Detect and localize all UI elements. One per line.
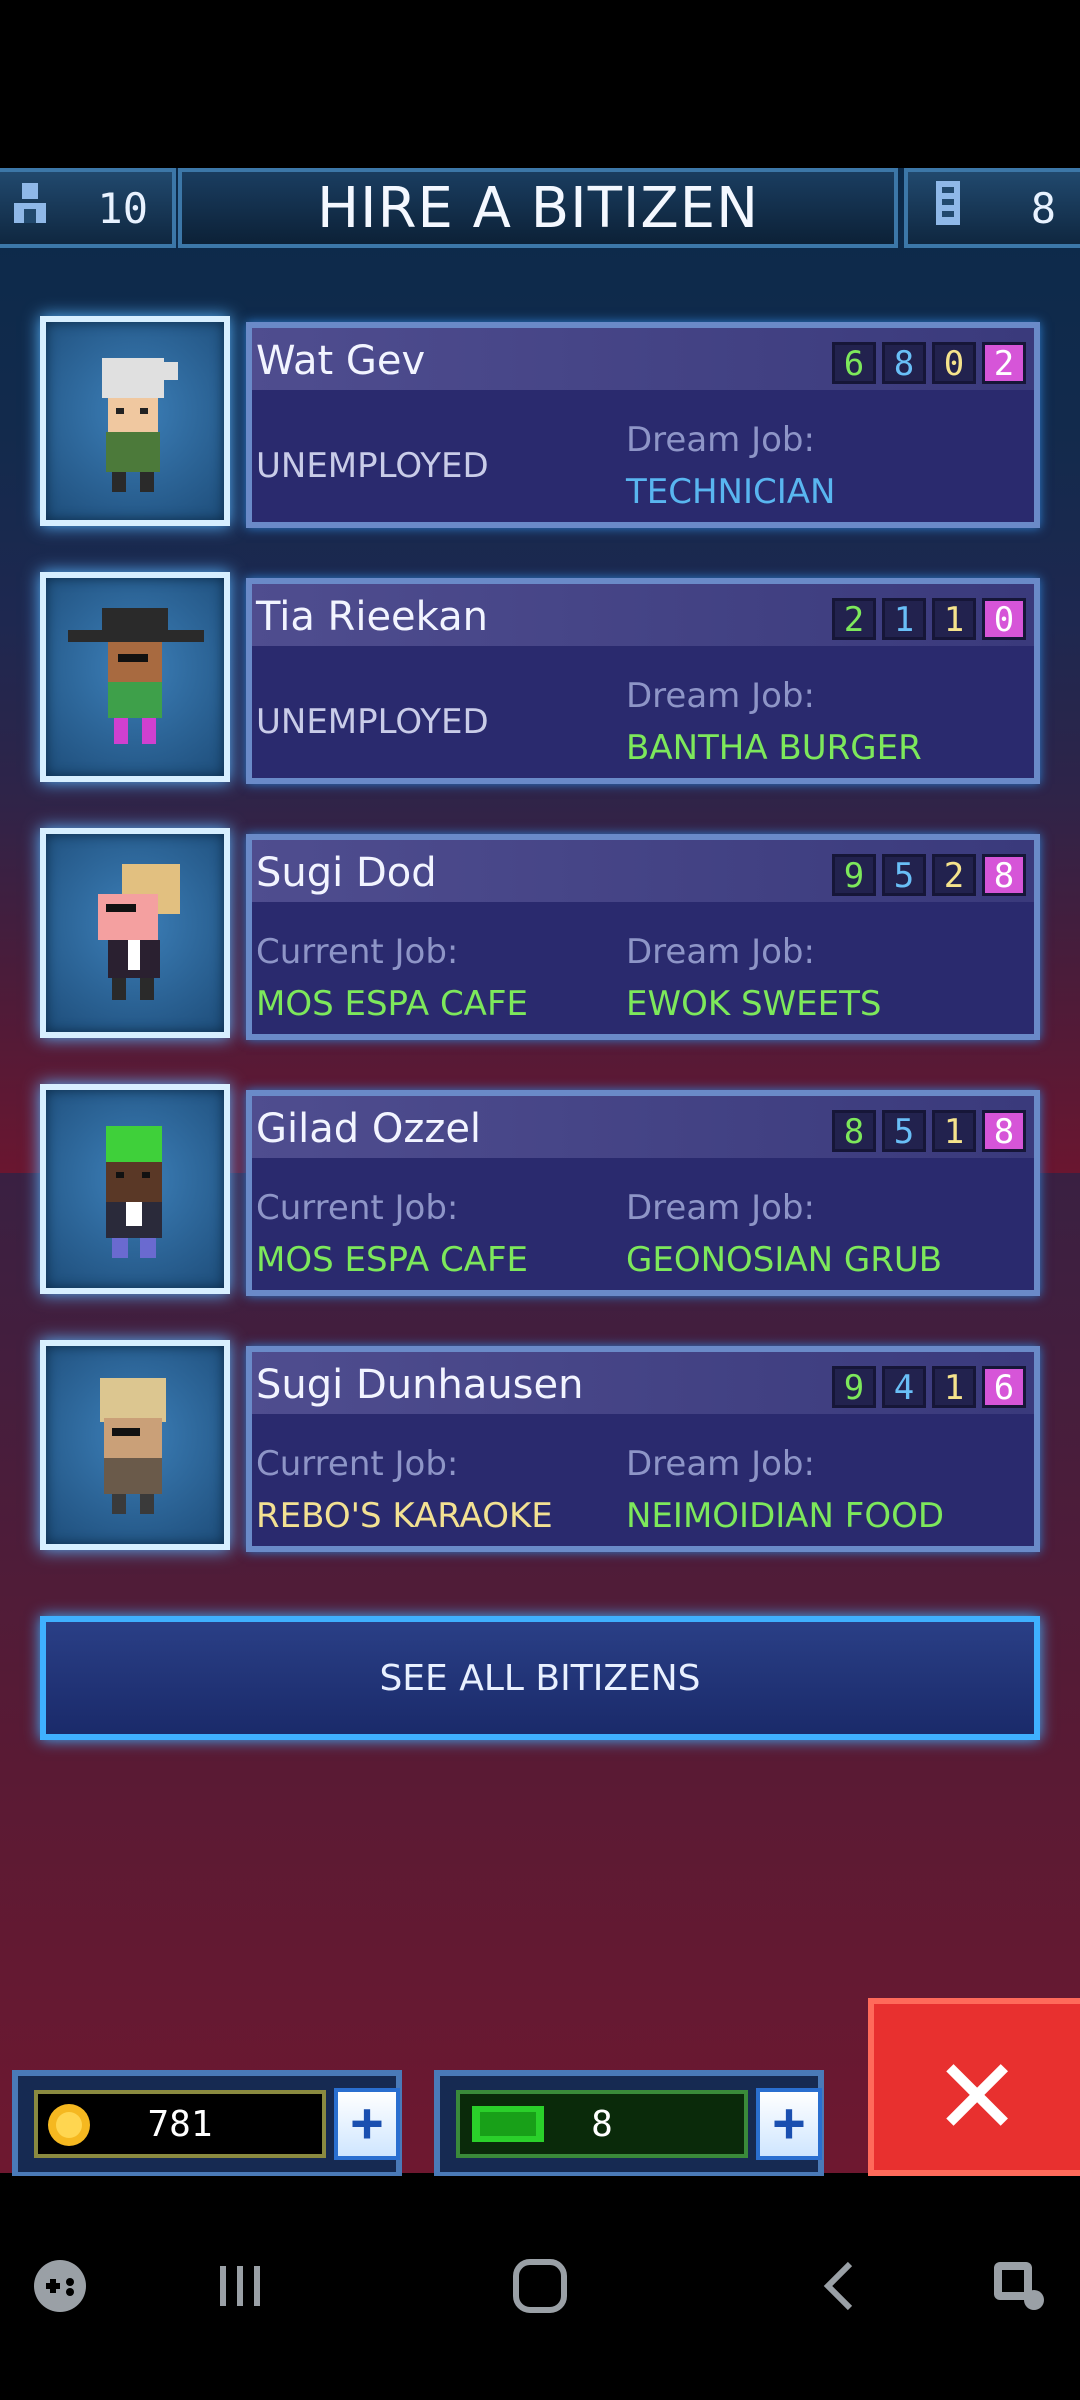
current-job-value: MOS ESPA CAFE [256,1240,528,1280]
dream-job-value: BANTHA BURGER [626,728,922,768]
stat-service: 4 [882,1366,926,1408]
coins-display: 781 [34,2090,326,2158]
bux-value: 8 [591,2103,613,2145]
bitizen-stats: 2 1 1 0 [832,598,1026,640]
bitizen-stats: 6 8 0 2 [832,342,1026,384]
bitizen-stats: 9 5 2 8 [832,854,1026,896]
add-bux-button[interactable]: + [756,2088,822,2160]
coin-icon [46,2102,92,2157]
game-icon[interactable] [30,2256,90,2331]
stat-recreation: 0 [932,342,976,384]
dream-job-value: NEIMOIDIAN FOOD [626,1496,945,1536]
stat-recreation: 1 [932,1110,976,1152]
current-job-value: UNEMPLOYED [256,446,489,486]
bux-panel: 8 + [434,2070,824,2178]
population-value: 10 [97,183,148,233]
dream-job-label: Dream Job: [626,1188,815,1228]
current-job-label: Current Job: [256,1444,459,1484]
bitizen-info-panel[interactable]: Sugi Dunhausen 9 4 1 6 Current Job: REBO… [246,1346,1040,1552]
system-nav-bar [0,2176,1080,2400]
close-button[interactable]: ✕ [868,1998,1080,2176]
current-job-label: Current Job: [256,932,459,972]
current-job-value: MOS ESPA CAFE [256,984,528,1024]
current-job-label: Current Job: [256,1188,459,1228]
add-coins-button[interactable]: + [334,2088,400,2160]
bitizen-card[interactable]: Gilad Ozzel 8 5 1 8 Current Job: MOS ESP… [40,1084,1040,1296]
dream-job-label: Dream Job: [626,420,815,460]
dream-job-label: Dream Job: [626,676,815,716]
current-job-value: REBO'S KARAOKE [256,1496,553,1536]
bitizen-name: Wat Gev [256,338,426,384]
stat-food: 9 [832,1366,876,1408]
bux-icon [470,2104,546,2153]
bitizen-info-panel[interactable]: Sugi Dod 9 5 2 8 Current Job: MOS ESPA C… [246,834,1040,1040]
coins-panel: 781 + [12,2070,402,2178]
stat-creative: 6 [982,1366,1026,1408]
bitizen-avatar[interactable] [40,1084,230,1294]
bitizen-card[interactable]: Tia Rieekan 2 1 1 0 UNEMPLOYED Dream Job… [40,572,1040,784]
stat-service: 5 [882,854,926,896]
back-icon[interactable] [810,2256,870,2331]
bitizen-name: Sugi Dod [256,850,437,896]
dream-job-label: Dream Job: [626,932,815,972]
coins-value: 781 [147,2103,213,2145]
assistant-icon[interactable] [990,2256,1050,2331]
top-bar: 10 HIRE A BITIZEN 8 [0,168,1080,264]
stat-creative: 2 [982,342,1026,384]
bitizen-info-panel[interactable]: Wat Gev 6 8 0 2 UNEMPLOYED Dream Job: TE… [246,322,1040,528]
population-counter: 10 [0,168,176,248]
stat-recreation: 1 [932,598,976,640]
bitizen-stats: 8 5 1 8 [832,1110,1026,1152]
page-title: HIRE A BITIZEN [178,168,898,248]
home-icon[interactable] [510,2256,570,2331]
floors-counter: 8 [904,168,1080,248]
bitizen-name: Tia Rieekan [256,594,488,640]
stat-recreation: 1 [932,1366,976,1408]
stat-creative: 8 [982,1110,1026,1152]
stat-food: 9 [832,854,876,896]
bitizen-avatar[interactable] [40,1340,230,1550]
dream-job-value: EWOK SWEETS [626,984,882,1024]
floors-icon [934,179,962,237]
close-icon: ✕ [938,2012,1017,2164]
person-icon [10,181,50,235]
stat-food: 2 [832,598,876,640]
stat-creative: 8 [982,854,1026,896]
bitizen-avatar[interactable] [40,828,230,1038]
bux-display: 8 [456,2090,748,2158]
bitizen-info-panel[interactable]: Gilad Ozzel 8 5 1 8 Current Job: MOS ESP… [246,1090,1040,1296]
dream-job-label: Dream Job: [626,1444,815,1484]
stat-recreation: 2 [932,854,976,896]
stat-service: 1 [882,598,926,640]
bitizen-avatar[interactable] [40,316,230,526]
bitizen-card[interactable]: Wat Gev 6 8 0 2 UNEMPLOYED Dream Job: TE… [40,316,1040,528]
stat-food: 6 [832,342,876,384]
bitizen-stats: 9 4 1 6 [832,1366,1026,1408]
bitizen-info-panel[interactable]: Tia Rieekan 2 1 1 0 UNEMPLOYED Dream Job… [246,578,1040,784]
bitizen-name: Gilad Ozzel [256,1106,482,1152]
bitizen-card[interactable]: Sugi Dod 9 5 2 8 Current Job: MOS ESPA C… [40,828,1040,1040]
stat-creative: 0 [982,598,1026,640]
current-job-value: UNEMPLOYED [256,702,489,742]
stat-service: 8 [882,342,926,384]
bitizen-name: Sugi Dunhausen [256,1362,584,1408]
dream-job-value: TECHNICIAN [626,472,836,512]
floors-value: 8 [1030,183,1056,233]
bitizen-card[interactable]: Sugi Dunhausen 9 4 1 6 Current Job: REBO… [40,1340,1040,1552]
bitizen-avatar[interactable] [40,572,230,782]
dream-job-value: GEONOSIAN GRUB [626,1240,943,1280]
recents-icon[interactable] [210,2256,270,2331]
stat-food: 8 [832,1110,876,1152]
stat-service: 5 [882,1110,926,1152]
see-all-bitizens-button[interactable]: SEE ALL BITIZENS [40,1616,1040,1740]
